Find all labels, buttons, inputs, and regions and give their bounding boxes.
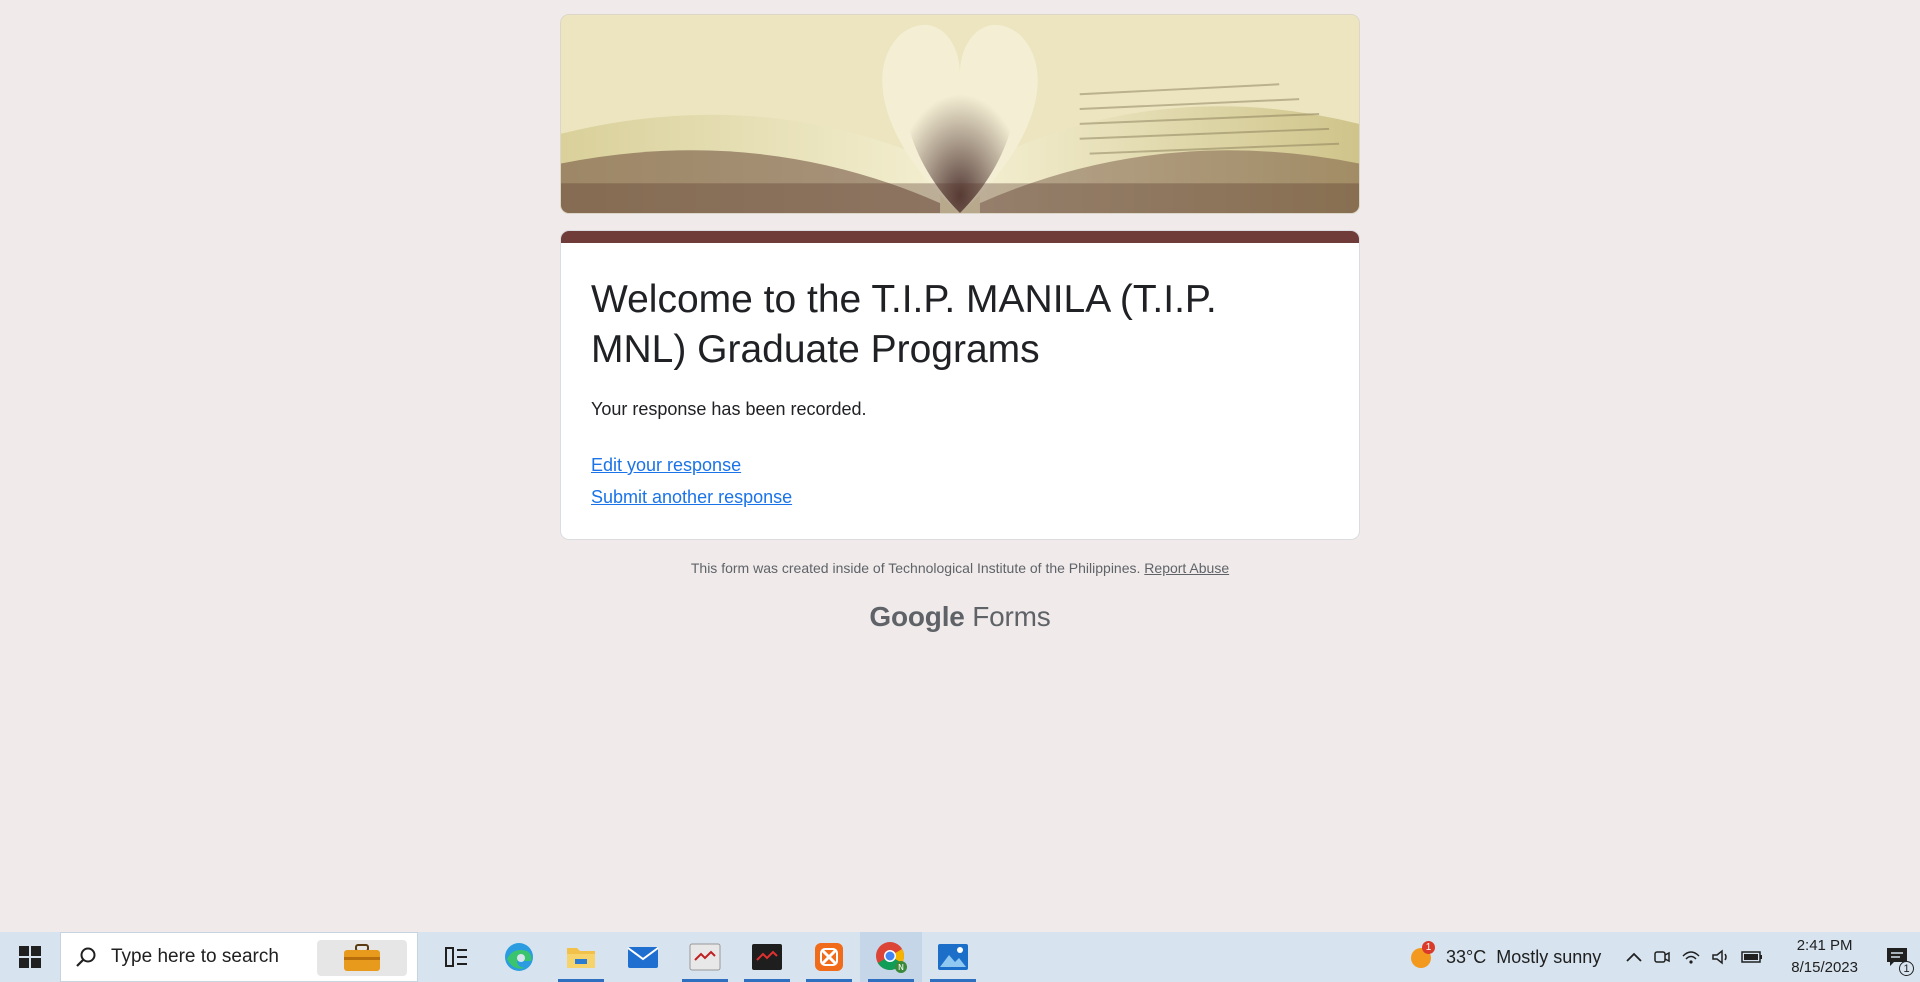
taskbar-search-box[interactable]: Type here to search — [60, 932, 418, 982]
briefcase-icon — [344, 944, 380, 971]
media-app-2[interactable] — [736, 932, 798, 982]
chrome-icon: N — [876, 942, 907, 973]
media-app-2-icon — [752, 944, 782, 970]
form-title: Welcome to the T.I.P. MANILA (T.I.P. MNL… — [591, 278, 1217, 371]
form-header-image — [560, 14, 1360, 214]
weather-alert-badge: 1 — [1422, 941, 1435, 954]
footer-creator-text: This form was created inside of Technolo… — [690, 560, 1141, 576]
xampp-icon — [815, 943, 843, 971]
submit-another-response-link[interactable]: Submit another response — [591, 487, 792, 508]
meet-now-icon[interactable] — [1653, 948, 1671, 966]
photos-icon — [938, 944, 968, 970]
clock-date: 8/15/2023 — [1791, 959, 1858, 976]
google-wordmark: Google — [869, 601, 965, 632]
edit-response-link[interactable]: Edit your response — [591, 455, 741, 476]
battery-icon[interactable] — [1741, 949, 1763, 965]
chrome-app[interactable]: N — [860, 932, 922, 982]
mail-app[interactable] — [612, 932, 674, 982]
xampp-app[interactable] — [798, 932, 860, 982]
media-app-1[interactable] — [674, 932, 736, 982]
tray-icons — [1613, 948, 1775, 966]
wifi-icon[interactable] — [1681, 948, 1701, 966]
windows-logo-icon — [19, 946, 41, 968]
mail-icon — [627, 947, 659, 968]
svg-text:N: N — [898, 963, 904, 972]
chevron-up-icon[interactable] — [1625, 950, 1643, 964]
folder-icon — [567, 948, 595, 968]
report-abuse-link[interactable]: Report Abuse — [1144, 560, 1229, 576]
file-explorer-app[interactable] — [550, 932, 612, 982]
weather-widget[interactable]: 1 33°C Mostly sunny — [1396, 932, 1613, 982]
clock[interactable]: 2:41 PM 8/15/2023 — [1775, 935, 1874, 979]
open-book-illustration — [561, 15, 1359, 213]
photos-app[interactable] — [922, 932, 984, 982]
volume-icon[interactable] — [1711, 948, 1731, 966]
notification-count-badge: 1 — [1899, 961, 1914, 976]
edge-app[interactable] — [488, 932, 550, 982]
search-icon — [76, 947, 96, 967]
confirmation-card: Welcome to the T.I.P. MANILA (T.I.P. MNL… — [560, 230, 1360, 540]
task-view-button[interactable] — [426, 932, 488, 982]
confirmation-message: Your response has been recorded. — [591, 399, 867, 419]
forms-wordmark: Forms — [972, 601, 1051, 632]
windows-taskbar: Type here to search N 1 33°C Mostly sunn… — [0, 932, 1920, 982]
search-placeholder: Type here to search — [111, 946, 279, 967]
weather-temperature: 33°C — [1446, 946, 1487, 967]
edge-icon — [505, 943, 533, 971]
task-view-icon — [445, 947, 467, 967]
search-highlight-image[interactable] — [317, 940, 407, 976]
weather-condition: Mostly sunny — [1496, 946, 1602, 967]
clock-time: 2:41 PM — [1796, 937, 1853, 954]
start-button[interactable] — [0, 932, 60, 982]
google-forms-logo[interactable]: Google Forms — [560, 601, 1360, 633]
media-app-1-icon — [689, 943, 721, 971]
notification-center-button[interactable]: 1 — [1874, 932, 1920, 982]
form-footer-note: This form was created inside of Technolo… — [560, 560, 1360, 576]
card-accent-bar — [561, 231, 1359, 243]
system-tray: 1 33°C Mostly sunny 2:41 PM 8/15/2023 1 — [1396, 932, 1920, 982]
pinned-apps: N — [426, 932, 984, 982]
